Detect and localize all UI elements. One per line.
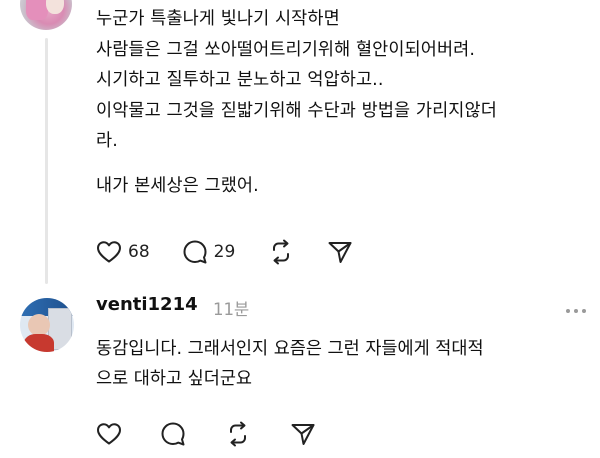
like-button[interactable]: 68: [96, 240, 150, 264]
repost-button[interactable]: [224, 421, 252, 447]
heart-icon: [97, 423, 121, 445]
comment-icon: [183, 240, 207, 264]
share-icon: [328, 242, 352, 263]
reply-avatar[interactable]: [20, 298, 74, 352]
more-icon[interactable]: [566, 309, 586, 313]
more-dot: [574, 309, 578, 313]
post-line: 내가 본세상은 그랬어.: [96, 175, 259, 196]
share-button[interactable]: [327, 239, 353, 265]
post-line: 라.: [96, 131, 118, 151]
repost-icon: [273, 239, 290, 265]
avatar-face: [28, 314, 50, 336]
reply-line: 으로 대하고 싶더군요: [96, 369, 253, 389]
avatar-face: [46, 0, 64, 14]
avatar-hair: [26, 0, 48, 20]
repost-icon: [230, 421, 246, 447]
reply-button[interactable]: [160, 421, 186, 447]
like-button[interactable]: [96, 422, 122, 446]
avatar-shirt: [24, 334, 54, 352]
share-button[interactable]: [290, 421, 316, 447]
reply-count: 29: [213, 242, 236, 262]
avatar[interactable]: [20, 0, 72, 30]
post-text: 누군가 특출나게 빛나기 시작하면 사람들은 그걸 쏘아떨어트리기위해 혈안이되…: [96, 4, 576, 201]
post-line: 사람들은 그걸 쏘아떨어트리기위해 혈안이되어버려.: [96, 39, 476, 60]
repost-button[interactable]: [267, 239, 295, 265]
reply-line: 동감입니다. 그래서인지 요즘은 그런 자들에게 적대적: [96, 339, 484, 359]
timestamp: 11분: [213, 300, 250, 319]
post-line: 이악물고 그것을 짇밟기위해 수단과 방법을 가리지않더: [96, 100, 497, 121]
comment-icon: [161, 422, 185, 446]
post-line: 누군가 특출나게 빛나기 시작하면: [96, 9, 340, 29]
post-actions: 68 29: [96, 239, 385, 265]
heart-icon: [97, 241, 121, 263]
share-icon: [291, 424, 315, 445]
reply-text: 동감입니다. 그래서인지 요즘은 그런 자들에게 적대적 으로 대하고 싶더군요: [96, 334, 586, 394]
more-dot: [582, 309, 586, 313]
thread-line: [45, 38, 48, 284]
reply-button[interactable]: 29: [182, 239, 236, 265]
post-line: 시기하고 질투하고 분노하고 억압하고..: [96, 70, 384, 90]
reply-actions: [96, 421, 354, 447]
username[interactable]: venti1214: [96, 294, 198, 315]
more-dot: [566, 309, 570, 313]
like-count: 68: [128, 242, 150, 262]
